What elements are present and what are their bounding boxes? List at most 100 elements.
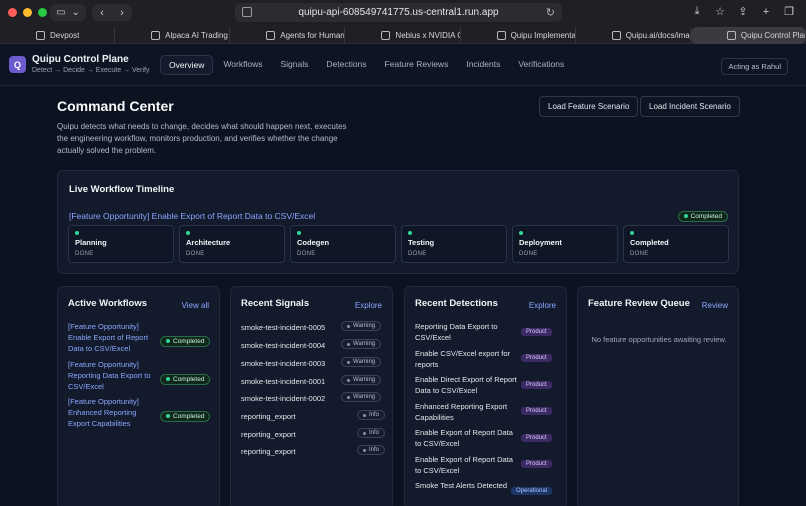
minimize-window-button[interactable] — [23, 8, 32, 17]
active-workflows-card: Active Workflows View all [Feature Oppor… — [57, 286, 220, 506]
workflow-item-link[interactable]: [Feature Opportunity] Enhanced Reporting… — [68, 396, 152, 429]
browser-tab-active[interactable]: Quipu Control Plane — [690, 27, 806, 44]
product-tag: Product — [521, 328, 552, 336]
nav-detections[interactable]: Detections — [318, 55, 374, 75]
stage-status: DONE — [75, 251, 94, 257]
sidebar-toggle-button[interactable]: ▭ ⌄ — [50, 4, 86, 21]
stage-planning[interactable]: Planning DONE — [68, 225, 174, 263]
history-navigation: ‹ › — [92, 4, 132, 21]
signal-row[interactable]: smoke-test-incident-0003 — [241, 359, 325, 368]
product-tag: Product — [521, 460, 552, 468]
live-workflow-timeline-card: Live Workflow Timeline [Feature Opportun… — [57, 170, 739, 274]
favicon-icon — [726, 31, 736, 40]
browser-tab[interactable]: Quipu Implementation... — [461, 27, 576, 44]
detection-item[interactable]: Enable Export of Report Data to CSV/Exce… — [415, 454, 520, 476]
signal-row[interactable]: reporting_export — [241, 447, 296, 456]
recent-signals-card: Recent Signals Explore smoke-test-incide… — [230, 286, 393, 506]
stage-name: Architecture — [186, 238, 231, 247]
acting-as-badge[interactable]: Acting as Rahul — [721, 58, 788, 75]
status-dot-icon — [75, 231, 79, 235]
recent-signals-title: Recent Signals — [241, 298, 310, 309]
quipu-logo: Q — [9, 56, 26, 73]
review-link[interactable]: Review — [702, 301, 728, 310]
favicon-icon — [496, 31, 506, 40]
detection-item[interactable]: Smoke Test Alerts Detected — [415, 480, 520, 491]
app-title: Quipu Control Plane — [32, 54, 129, 65]
detection-item[interactable]: Enable Export of Report Data to CSV/Exce… — [415, 427, 520, 449]
active-workflows-title: Active Workflows — [68, 298, 148, 309]
badge-label: Completed — [173, 375, 205, 383]
tab-label: Nebius x NVIDIA Globa... — [395, 31, 459, 40]
nav-signals[interactable]: Signals — [272, 55, 316, 75]
stage-deployment[interactable]: Deployment DONE — [512, 225, 618, 263]
nav-incidents[interactable]: Incidents — [458, 55, 508, 75]
close-window-button[interactable] — [8, 8, 17, 17]
status-dot-icon — [683, 214, 688, 218]
bookmark-star-icon[interactable]: ☆ — [713, 4, 727, 19]
stage-name: Testing — [408, 238, 435, 247]
status-dot-icon — [166, 339, 170, 343]
timeline-status: Completed — [677, 207, 728, 222]
share-icon[interactable]: ⇪ — [736, 4, 750, 19]
signal-row[interactable]: smoke-test-incident-0005 — [241, 323, 325, 332]
tab-overview-icon[interactable]: ❐ — [782, 4, 796, 19]
nav-workflows[interactable]: Workflows — [215, 55, 270, 75]
detection-item[interactable]: Reporting Data Export to CSV/Excel — [415, 321, 520, 343]
completed-badge: Completed — [677, 210, 728, 222]
signal-row[interactable]: reporting_export — [241, 412, 296, 421]
browser-tab[interactable]: Alpaca AI Trading Agen... — [115, 27, 231, 44]
forward-arrow-icon[interactable]: › — [120, 7, 124, 19]
stage-testing[interactable]: Testing DONE — [401, 225, 507, 263]
back-arrow-icon[interactable]: ‹ — [100, 7, 104, 19]
signal-row[interactable]: reporting_export — [241, 430, 296, 439]
signal-row[interactable]: smoke-test-incident-0002 — [241, 394, 325, 403]
warning-badge: Warning — [341, 339, 382, 349]
load-feature-scenario-button[interactable]: Load Feature Scenario — [539, 96, 639, 117]
warning-badge: Warning — [341, 392, 382, 402]
workflow-item-link[interactable]: [Feature Opportunity] Reporting Data Exp… — [68, 359, 152, 392]
browser-tab[interactable]: Quipu.ai/docs/images/... — [576, 27, 691, 44]
stage-architecture[interactable]: Architecture DONE — [179, 225, 285, 263]
site-settings-icon[interactable] — [242, 7, 252, 17]
stage-name: Completed — [630, 238, 669, 247]
timeline-title: Live Workflow Timeline — [69, 184, 175, 195]
view-all-link[interactable]: View all — [182, 301, 209, 310]
chevron-down-icon: ⌄ — [71, 7, 80, 18]
info-badge: Info — [357, 410, 386, 420]
stage-completed[interactable]: Completed DONE — [623, 225, 729, 263]
signal-row[interactable]: smoke-test-incident-0004 — [241, 341, 325, 350]
detections-explore-link[interactable]: Explore — [529, 301, 556, 310]
workflow-status: Completed — [160, 407, 211, 422]
workflow-item-link[interactable]: [Feature Opportunity] Enable Export of R… — [68, 321, 152, 354]
favicon-icon — [381, 31, 391, 40]
signal-row[interactable]: smoke-test-incident-0001 — [241, 377, 325, 386]
stage-codegen[interactable]: Codegen DONE — [290, 225, 396, 263]
timeline-workflow-link[interactable]: [Feature Opportunity] Enable Export of R… — [69, 211, 315, 221]
load-incident-scenario-button[interactable]: Load Incident Scenario — [640, 96, 740, 117]
badge-label: Info — [369, 430, 380, 436]
browser-tab-strip: Devpost Alpaca AI Trading Agen... Agents… — [0, 27, 806, 44]
nav-overview[interactable]: Overview — [160, 55, 214, 75]
warning-badge: Warning — [341, 357, 382, 367]
detection-item[interactable]: Enable CSV/Excel export for reports — [415, 348, 520, 370]
tab-label: Quipu Control Plane — [740, 31, 806, 40]
nav-verifications[interactable]: Verifications — [510, 55, 572, 75]
download-icon[interactable]: ⤓ — [690, 4, 704, 19]
reload-icon[interactable]: ↻ — [546, 6, 555, 19]
browser-tab[interactable]: Agents for Humans Ha... — [230, 27, 346, 44]
stage-status: DONE — [630, 251, 649, 257]
detection-item[interactable]: Enhanced Reporting Export Capabilities — [415, 401, 520, 423]
maximize-window-button[interactable] — [38, 8, 47, 17]
badge-label: Warning — [353, 341, 376, 347]
browser-tab[interactable]: Nebius x NVIDIA Globa... — [345, 27, 461, 44]
nav-feature-reviews[interactable]: Feature Reviews — [377, 55, 457, 75]
status-dot-icon — [363, 413, 366, 417]
browser-tab[interactable]: Devpost — [0, 27, 116, 44]
address-bar[interactable]: quipu-api-608549741775.us-central1.run.a… — [235, 3, 562, 22]
badge-label: Warning — [353, 377, 376, 383]
signals-explore-link[interactable]: Explore — [355, 301, 382, 310]
detection-item[interactable]: Enable Direct Export of Report Data to C… — [415, 374, 520, 396]
warning-badge: Warning — [341, 321, 382, 331]
app-header: Q Quipu Control Plane Detect → Decide → … — [0, 44, 806, 86]
new-tab-plus-icon[interactable]: + — [759, 4, 773, 19]
